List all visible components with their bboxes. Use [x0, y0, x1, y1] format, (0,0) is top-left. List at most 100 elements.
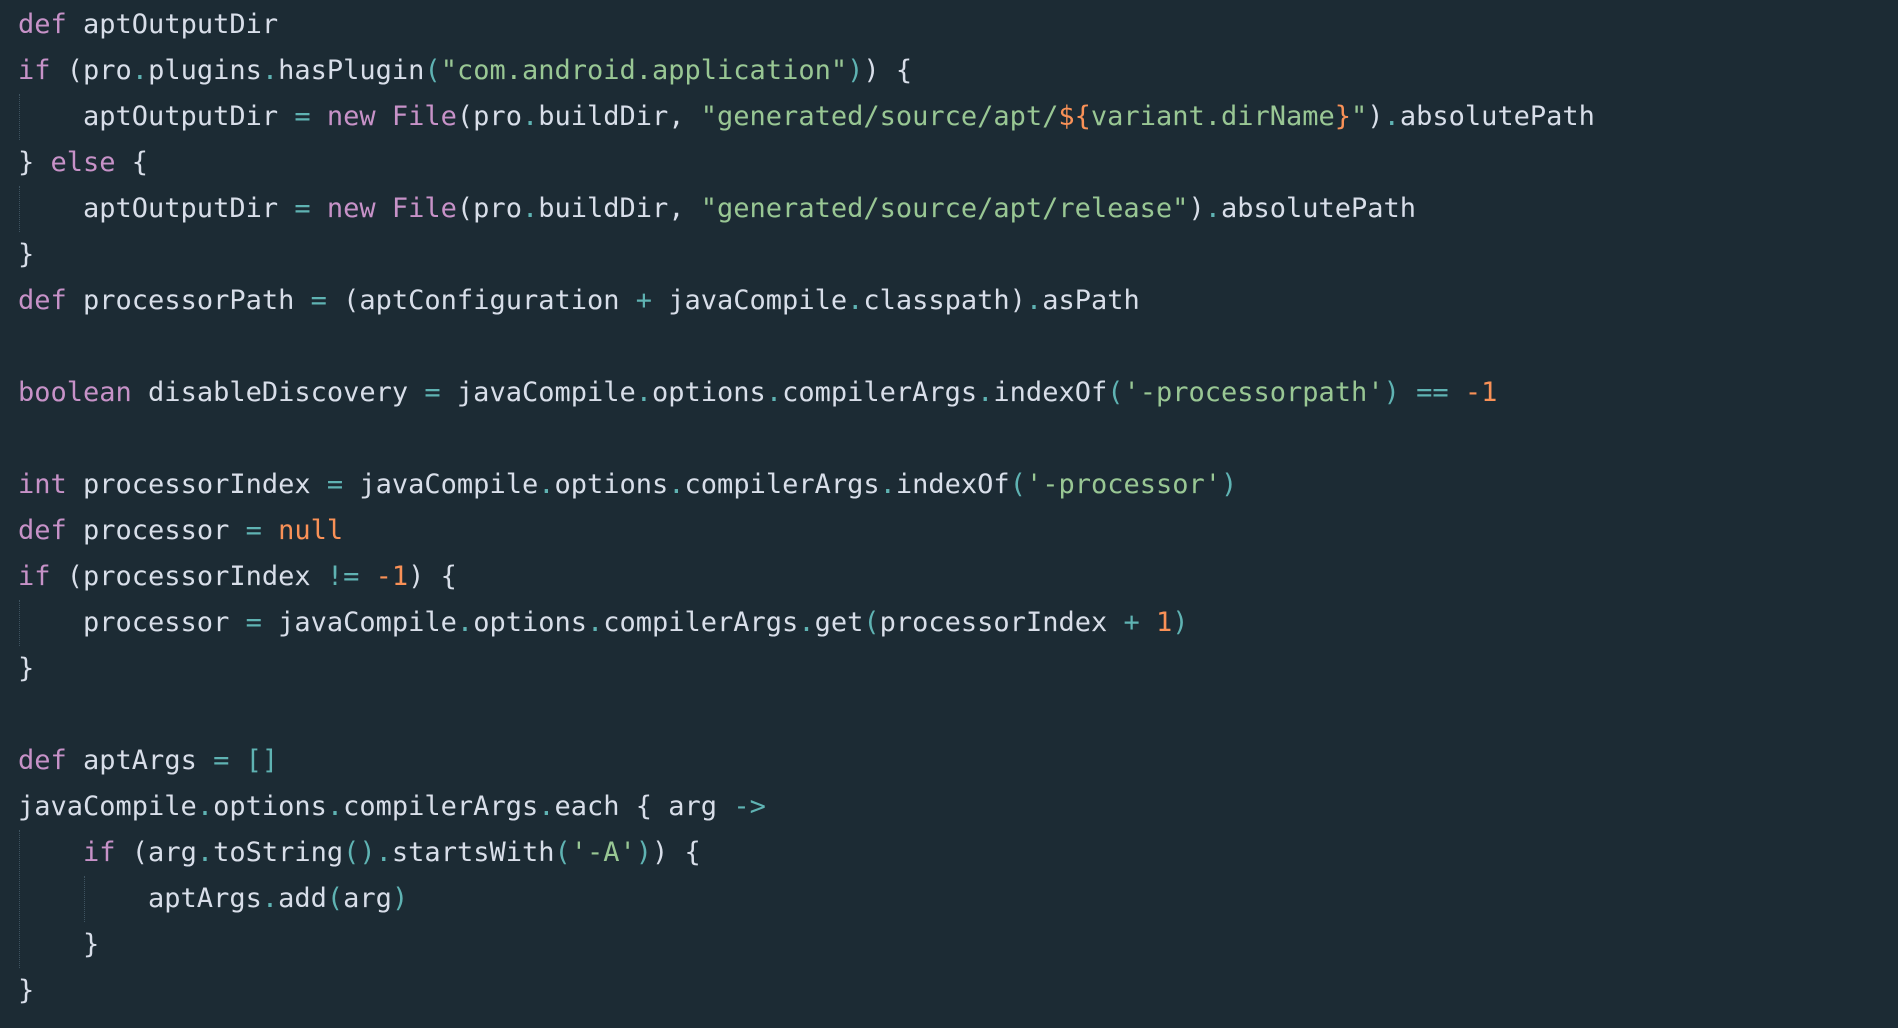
code-line: if (pro.plugins.hasPlugin("com.android.a… [18, 48, 912, 94]
code-token: . [1204, 193, 1221, 224]
code-token: ) [635, 837, 653, 868]
code-token: options [652, 377, 766, 408]
code-token: . [521, 101, 539, 132]
code-token: '-A' [570, 837, 636, 868]
code-token: ) [847, 55, 864, 86]
code-token: . [196, 791, 214, 822]
code-line: def aptArgs = [] [18, 738, 278, 784]
code-token: . [635, 377, 653, 408]
code-token: File [375, 193, 457, 224]
code-line: } [18, 232, 34, 278]
code-token: = [213, 745, 230, 776]
code-token: absolutePath [1399, 101, 1595, 132]
code-token: '-processorpath' [1123, 377, 1384, 408]
code-token: . [765, 377, 783, 408]
code-token: ( [1009, 469, 1026, 500]
code-token: == [1399, 377, 1449, 408]
code-line: if (processorIndex != -1) { [18, 554, 457, 600]
code-line: aptOutputDir = new File(pro.buildDir, "g… [18, 94, 1595, 140]
code-token: buildDir, [538, 101, 701, 132]
code-token: add [278, 883, 327, 914]
code-token: aptOutputDir [18, 101, 295, 132]
code-token: (processorIndex [50, 561, 327, 592]
code-token: + [635, 285, 653, 316]
code-token: (arg [115, 837, 197, 868]
code-token: (pro [456, 101, 522, 132]
code-token: File [375, 101, 457, 132]
code-token: ( [326, 883, 344, 914]
code-line: } else { [18, 140, 148, 186]
code-token: "generated/source/apt/ [700, 101, 1059, 132]
code-token: (pro [456, 193, 522, 224]
code-line: aptArgs.add(arg) [18, 876, 408, 922]
code-token: aptArgs [18, 883, 262, 914]
code-token: processorIndex [879, 607, 1124, 638]
code-token: javaCompile [652, 285, 848, 316]
code-token: . [261, 883, 279, 914]
code-token: javaCompile [440, 377, 636, 408]
code-token: . [196, 837, 214, 868]
code-token: int [18, 469, 67, 500]
code-token: options [213, 791, 327, 822]
code-line: def processorPath = (aptConfiguration + … [18, 278, 1140, 324]
code-token: -1 [359, 561, 409, 592]
code-token: if [18, 837, 116, 868]
code-line: def processor = null [18, 508, 343, 554]
code-token: = [326, 469, 344, 500]
code-token: . [375, 837, 392, 868]
code-token: } [18, 975, 35, 1006]
code-token: { arg [619, 791, 734, 822]
code-token: indexOf [993, 377, 1108, 408]
code-token: aptOutputDir [18, 193, 295, 224]
code-token: '-processor' [1025, 469, 1222, 500]
code-token: ( [424, 55, 441, 86]
code-token: ) [1172, 607, 1189, 638]
code-token: if [18, 561, 51, 592]
code-token: . [1025, 285, 1043, 316]
code-token: null [261, 515, 344, 546]
code-token: new [310, 193, 376, 224]
code-token: . [261, 55, 279, 86]
code-token: . [521, 193, 539, 224]
code-token: . [586, 607, 604, 638]
code-token: javaCompile [343, 469, 539, 500]
code-token: " [1351, 101, 1368, 132]
code-token: indexOf [895, 469, 1010, 500]
code-token: -1 [1448, 377, 1498, 408]
code-token: compilerArgs [782, 377, 978, 408]
code-token: javaCompile [261, 607, 457, 638]
code-token: asPath [1042, 285, 1140, 316]
code-token: boolean [18, 377, 132, 408]
code-token: = [245, 607, 262, 638]
code-token: = [245, 515, 262, 546]
code-token: ) { [408, 561, 457, 592]
code-token: [] [229, 745, 279, 776]
code-line: processor = javaCompile.options.compiler… [18, 600, 1189, 646]
code-token: hasPlugin [278, 55, 425, 86]
code-token: = [294, 101, 311, 132]
code-token: . [456, 607, 474, 638]
code-token: (pro [50, 55, 132, 86]
code-token: toString [213, 837, 344, 868]
code-token: = [294, 193, 311, 224]
code-token: "generated/source/apt/release" [700, 193, 1189, 224]
code-line: javaCompile.options.compilerArgs.each { … [18, 784, 766, 830]
code-token: } [18, 929, 100, 960]
code-token: . [668, 469, 685, 500]
code-token: classpath) [863, 285, 1026, 316]
code-token: . [131, 55, 149, 86]
code-token: "com.android.application" [440, 55, 848, 86]
code-token: () [343, 837, 376, 868]
code-line: boolean disableDiscovery = javaCompile.o… [18, 370, 1497, 416]
code-token: variant.dirName [1090, 101, 1335, 132]
code-token: options [554, 469, 669, 500]
code-token: . [538, 791, 555, 822]
code-token: def [18, 515, 67, 546]
code-token: . [1383, 101, 1400, 132]
code-token: } [18, 653, 35, 684]
code-token: . [538, 469, 555, 500]
code-editor[interactable]: def aptOutputDir if (pro.plugins.hasPlugi… [0, 0, 1898, 1028]
code-token: 1 [1139, 607, 1173, 638]
code-token: compilerArgs [603, 607, 799, 638]
code-token: aptArgs [66, 745, 214, 776]
